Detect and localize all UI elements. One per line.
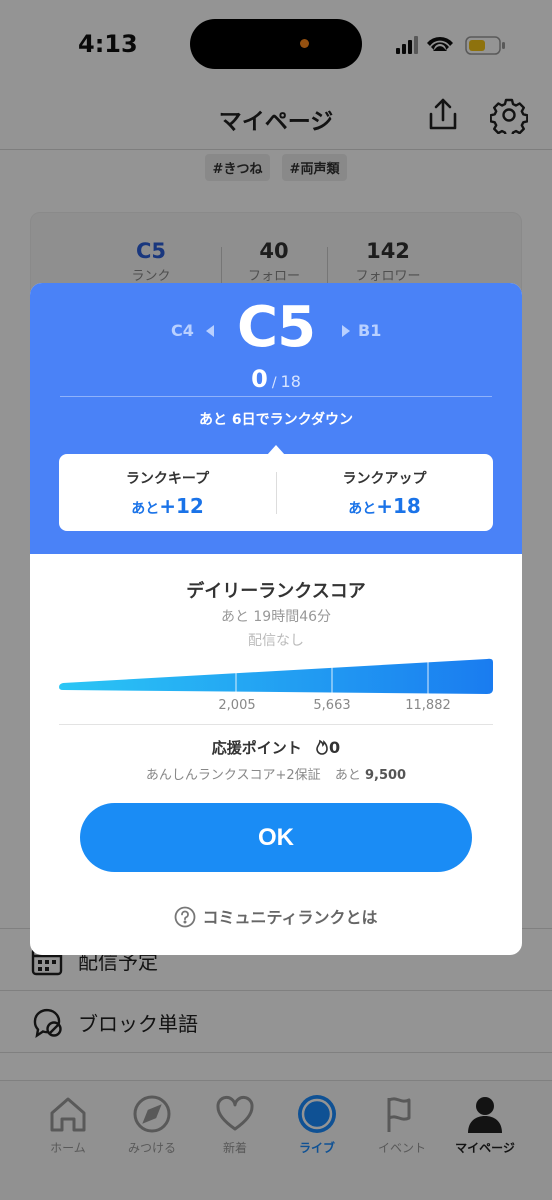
score-tick-label: 11,882 [405, 698, 451, 713]
rank-keep-prefix: あと [131, 501, 160, 517]
progress-separator: / [271, 375, 277, 391]
rank-up-value: +18 [376, 494, 421, 518]
support-label: 応援ポイント [211, 739, 302, 757]
ok-button[interactable]: OK [80, 803, 472, 872]
rank-modal: C4 C5 B1 0/18 あと 6日でランクダウン ランクキープ あと+12 … [30, 283, 522, 955]
triangle-right-icon [342, 325, 350, 337]
support-remaining-value: 9,500 [364, 768, 407, 783]
daily-time-remaining: あと 19時間46分 [220, 609, 332, 625]
daily-score-bar [59, 658, 493, 694]
support-points: 応援ポイント 0 [30, 737, 522, 758]
current-rank: C5 [236, 295, 316, 360]
divider [60, 396, 492, 397]
rank-target-box: ランクキープ あと+12 ランクアップ あと+18 [59, 454, 493, 531]
progress-current: 0 [251, 365, 268, 393]
daily-score-title: デイリーランクスコア [186, 581, 366, 602]
rank-up: ランクアップ あと+18 [276, 468, 493, 518]
next-rank: B1 [358, 321, 382, 340]
divider [59, 724, 493, 725]
progress-total: 18 [280, 372, 301, 391]
rank-keep: ランクキープ あと+12 [59, 468, 276, 518]
rank-header: C4 C5 B1 0/18 あと 6日でランクダウン ランクキープ あと+12 … [30, 283, 522, 554]
support-value: 0 [329, 738, 341, 757]
community-rank-help-link[interactable]: コミュニティランクとは [30, 904, 522, 928]
score-tick-label: 5,663 [313, 698, 351, 713]
rank-keep-title: ランクキープ [125, 471, 210, 487]
support-subtext: あんしんランクスコア+2保証 あと 9,500 [30, 764, 522, 783]
score-tick-label: 2,005 [218, 698, 256, 713]
rank-up-prefix: あと [348, 501, 377, 517]
support-point-icon [316, 739, 328, 755]
rank-up-title: ランクアップ [342, 471, 427, 487]
help-link-label: コミュニティランクとは [202, 908, 378, 927]
rank-down-notice: あと 6日でランクダウン [198, 412, 354, 428]
support-guarantee: あんしんランクスコア+2保証 [145, 768, 321, 783]
support-remaining-prefix: あと [334, 768, 361, 783]
rank-keep-value: +12 [159, 494, 204, 518]
help-icon [175, 906, 196, 928]
rank-progress: 0/18 [30, 365, 522, 393]
stream-status: 配信なし [248, 633, 304, 649]
